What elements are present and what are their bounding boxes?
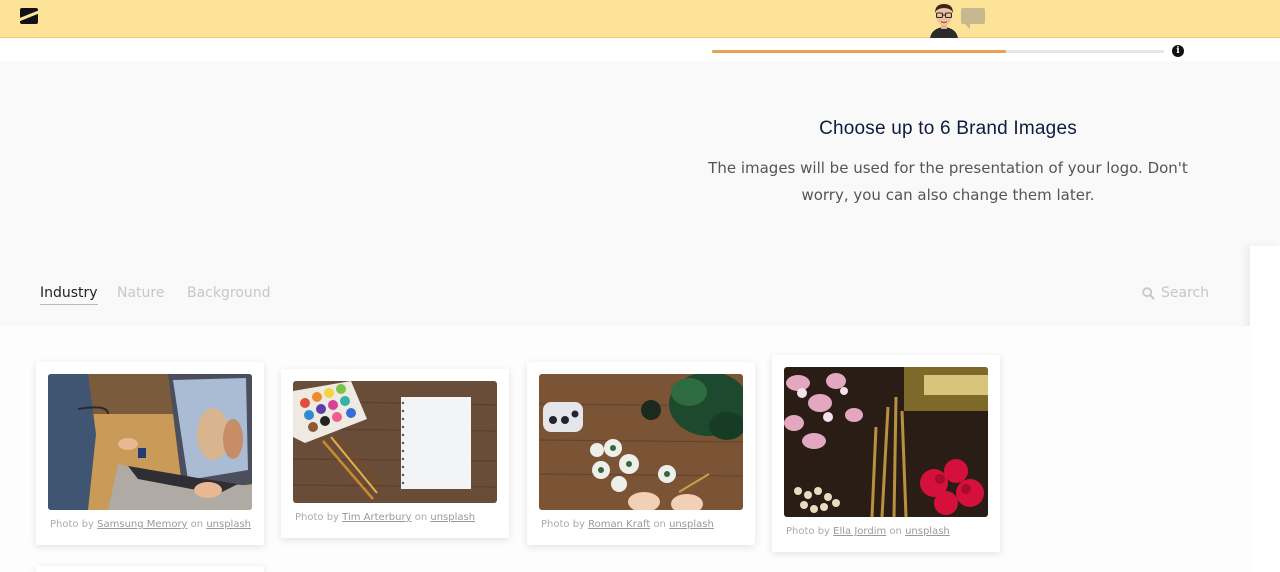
image-thumbnail xyxy=(784,367,988,517)
image-thumbnail xyxy=(48,374,252,510)
photo-credit: Photo by Roman Kraft on unsplash xyxy=(541,519,714,530)
side-panel-edge xyxy=(1250,246,1280,572)
image-card-painting[interactable]: Photo by Roman Kraft on unsplash xyxy=(527,362,755,545)
laptop-photo xyxy=(48,374,252,510)
info-icon[interactable]: i xyxy=(1172,45,1184,57)
image-card-next-row[interactable] xyxy=(36,566,264,572)
image-card-laptop[interactable]: Photo by Samsung Memory on unsplash xyxy=(36,362,264,545)
speech-bubble-icon[interactable] xyxy=(961,8,985,29)
tab-background[interactable]: Background xyxy=(187,285,271,301)
image-card-flowers[interactable]: Photo by Ella Jordim on unsplash xyxy=(772,355,1000,552)
author-link[interactable]: Samsung Memory xyxy=(97,519,187,530)
watercolors-photo xyxy=(293,381,497,503)
brand-logo-icon[interactable] xyxy=(20,8,38,24)
source-link[interactable]: unsplash xyxy=(905,526,950,537)
photo-credit: Photo by Ella Jordim on unsplash xyxy=(786,526,950,537)
author-link[interactable]: Ella Jordim xyxy=(833,526,886,537)
page-subtitle: The images will be used for the presenta… xyxy=(708,159,1188,204)
top-bar xyxy=(0,0,1280,38)
source-link[interactable]: unsplash xyxy=(206,519,251,530)
image-thumbnail xyxy=(293,381,497,503)
photo-credit: Photo by Samsung Memory on unsplash xyxy=(50,519,252,530)
author-link[interactable]: Roman Kraft xyxy=(588,519,650,530)
search-label: Search xyxy=(1161,285,1210,301)
assistant-avatar-icon[interactable] xyxy=(926,1,962,38)
tab-nature[interactable]: Nature xyxy=(117,285,164,301)
flowers-photo xyxy=(784,367,988,517)
search-field[interactable]: Search xyxy=(1142,285,1209,301)
progress-strip: i xyxy=(0,39,1280,61)
tab-industry[interactable]: Industry xyxy=(40,285,98,305)
search-icon xyxy=(1142,286,1155,300)
progress-bar xyxy=(712,50,1164,53)
page-title: Choose up to 6 Brand Images xyxy=(819,118,1077,139)
photo-credit: Photo by Tim Arterbury on unsplash xyxy=(295,512,476,523)
source-link[interactable]: unsplash xyxy=(669,519,714,530)
painting-photo xyxy=(539,374,743,510)
image-thumbnail xyxy=(539,374,743,510)
author-link[interactable]: Tim Arterbury xyxy=(342,512,411,523)
source-link[interactable]: unsplash xyxy=(430,512,475,523)
progress-fill xyxy=(712,50,1006,53)
image-card-watercolors[interactable]: Photo by Tim Arterbury on unsplash xyxy=(281,369,509,538)
